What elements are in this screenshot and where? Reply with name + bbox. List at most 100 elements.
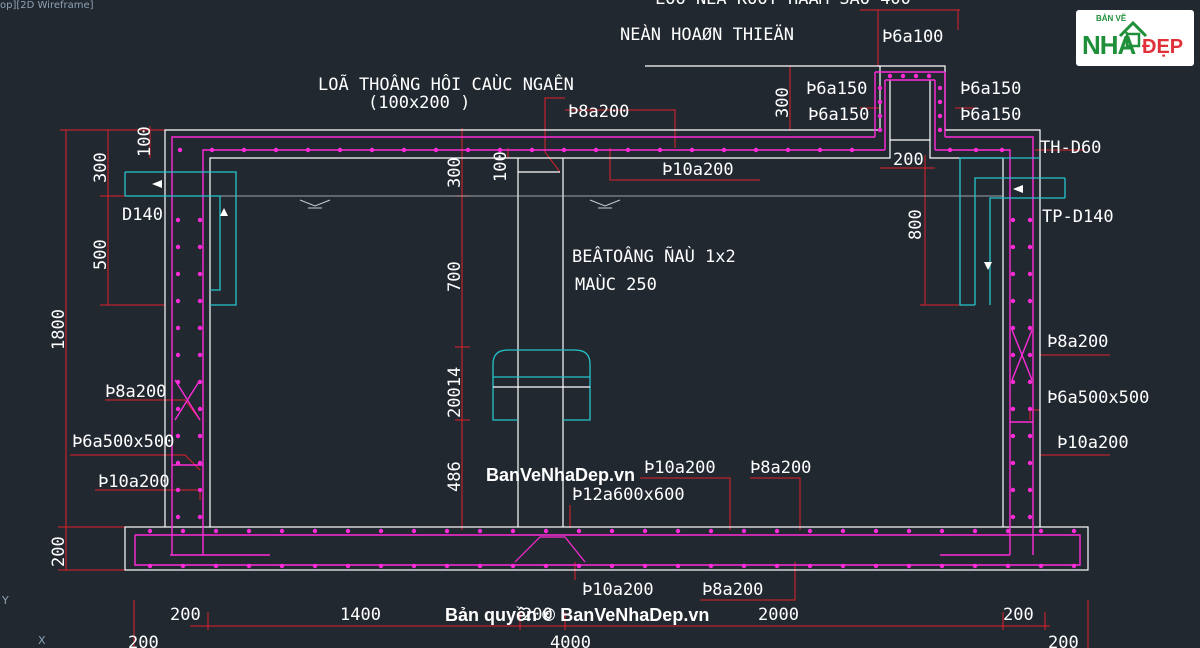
- rebar-dot: [900, 73, 906, 79]
- rebar-dot: [197, 298, 203, 304]
- rebar-dot: [543, 563, 549, 569]
- rebar-dot: [1027, 406, 1033, 412]
- rebar-dot: [444, 563, 450, 569]
- rebar-dot: [411, 528, 417, 534]
- rebar-dot: [807, 563, 813, 569]
- rebar-dot: [840, 563, 846, 569]
- rebar-dot: [1010, 244, 1016, 250]
- rebar-dot: [477, 563, 483, 569]
- rebar-dot: [279, 528, 285, 534]
- rebar-dot: [609, 563, 615, 569]
- rebar-dot: [1038, 563, 1044, 569]
- rebar-dot: [657, 147, 663, 153]
- rebar-neck-top: Þ6a100: [882, 27, 943, 47]
- brand-logo: BẢN VẼ NHÀ ĐẸP: [1076, 10, 1194, 66]
- rebar-dot: [887, 73, 893, 79]
- rebar-dot: [1010, 217, 1016, 223]
- rebar-dot: [1027, 244, 1033, 250]
- dim-mid-20014: 20014: [445, 367, 465, 418]
- rebar-dot: [279, 563, 285, 569]
- label-top-cut: LÔÕ NEÀ KÖÔT HAÀM SAÕ 400: [655, 0, 911, 9]
- rebar-dot: [840, 528, 846, 534]
- rebar-dot: [246, 528, 252, 534]
- rebar-dot: [241, 147, 247, 153]
- dim-wall-100: 100: [135, 126, 155, 157]
- rebar-dot: [947, 147, 953, 153]
- rebar-dot: [937, 127, 943, 133]
- dim-bottom-total: 4000: [550, 633, 591, 648]
- rebar-right-wall-1: Þ8a200: [1047, 332, 1108, 352]
- rebar-dot: [1027, 325, 1033, 331]
- rebar-dot: [1010, 514, 1016, 520]
- rebar-dot: [197, 352, 203, 358]
- watermark-center: BanVeNhaDep.vn: [486, 465, 635, 485]
- dim-bottom-2000: 2000: [758, 605, 799, 625]
- rebar-dot: [708, 563, 714, 569]
- rebar-dot: [312, 528, 318, 534]
- rebar-dot: [741, 563, 747, 569]
- rebar-dot: [873, 563, 879, 569]
- rebar-dot: [175, 514, 181, 520]
- rebar-dot: [1010, 433, 1016, 439]
- rebar-dot: [877, 113, 883, 119]
- rebar-dot: [939, 563, 945, 569]
- rebar-dot: [1071, 563, 1077, 569]
- rebar-dot: [1027, 379, 1033, 385]
- dim-bottom-200-right: 200: [1003, 605, 1034, 625]
- rebar-dot: [197, 244, 203, 250]
- rebar-dot: [849, 147, 855, 153]
- rebar-left-wall-2: Þ6a500x500: [72, 432, 174, 452]
- dim-mid-486: 486: [445, 461, 465, 492]
- rebar-dot: [175, 487, 181, 493]
- rebar-dot: [721, 147, 727, 153]
- rebar-dot: [378, 563, 384, 569]
- brand-dep: ĐẸP: [1142, 36, 1184, 58]
- dim-left-300: 300: [91, 152, 111, 183]
- dim-mid-100: 100: [491, 151, 511, 182]
- rebar-dot: [175, 271, 181, 277]
- water-level-symbols: [299, 199, 621, 209]
- rebar-dot: [1010, 487, 1016, 493]
- rebar-dot: [609, 528, 615, 534]
- rebar-dot: [873, 528, 879, 534]
- rebar-base-2: Þ8a200: [750, 458, 811, 478]
- rebar-dot: [1027, 433, 1033, 439]
- dim-left-200: 200: [49, 536, 69, 567]
- rebar-dot: [180, 563, 186, 569]
- label-concrete-grade: MAÙC 250: [575, 273, 657, 295]
- cad-drawing: LÔÕ NEÀ KÖÔT HAÀM SAÕ 400 NEÀN HOAØN THI…: [49, 0, 1149, 648]
- rebar-dot: [246, 563, 252, 569]
- dim-bottom-1400: 1400: [340, 605, 381, 625]
- rebar-dot: [576, 528, 582, 534]
- rebar-dot: [197, 460, 203, 466]
- dim-bottom-outer-right: 200: [1048, 633, 1079, 648]
- rebar-dot: [175, 406, 181, 412]
- rebar-dot: [197, 379, 203, 385]
- rebar-dot: [175, 379, 181, 385]
- rebar-dot: [1010, 352, 1016, 358]
- rebar-dot: [937, 113, 943, 119]
- dim-left-1800: 1800: [49, 309, 69, 350]
- rebar-base-under-2: Þ8a200: [702, 580, 763, 600]
- rebar-dot: [477, 528, 483, 534]
- rebar-dot: [708, 528, 714, 534]
- rebar-dot: [510, 563, 516, 569]
- rebar-dot: [1027, 217, 1033, 223]
- rebar-dot: [1005, 563, 1011, 569]
- rebar-dot: [785, 147, 791, 153]
- rebar-dot: [817, 147, 823, 153]
- rebar-dot: [939, 528, 945, 534]
- rebar-dot: [401, 147, 407, 153]
- rebar-dot: [877, 99, 883, 105]
- rebar-dot: [1027, 460, 1033, 466]
- rebar-dot: [741, 528, 747, 534]
- rebar-dot: [175, 460, 181, 466]
- rebar-dot: [877, 85, 883, 91]
- rebar-dot: [175, 433, 181, 439]
- watermark-footer: Bản quyền © BanVeNhaDep.vn: [445, 605, 709, 625]
- rebar-dot: [877, 127, 883, 133]
- rebar-dot: [926, 73, 932, 79]
- rebar-dot: [175, 325, 181, 331]
- rebar-dot: [675, 528, 681, 534]
- rebar-dot: [433, 147, 439, 153]
